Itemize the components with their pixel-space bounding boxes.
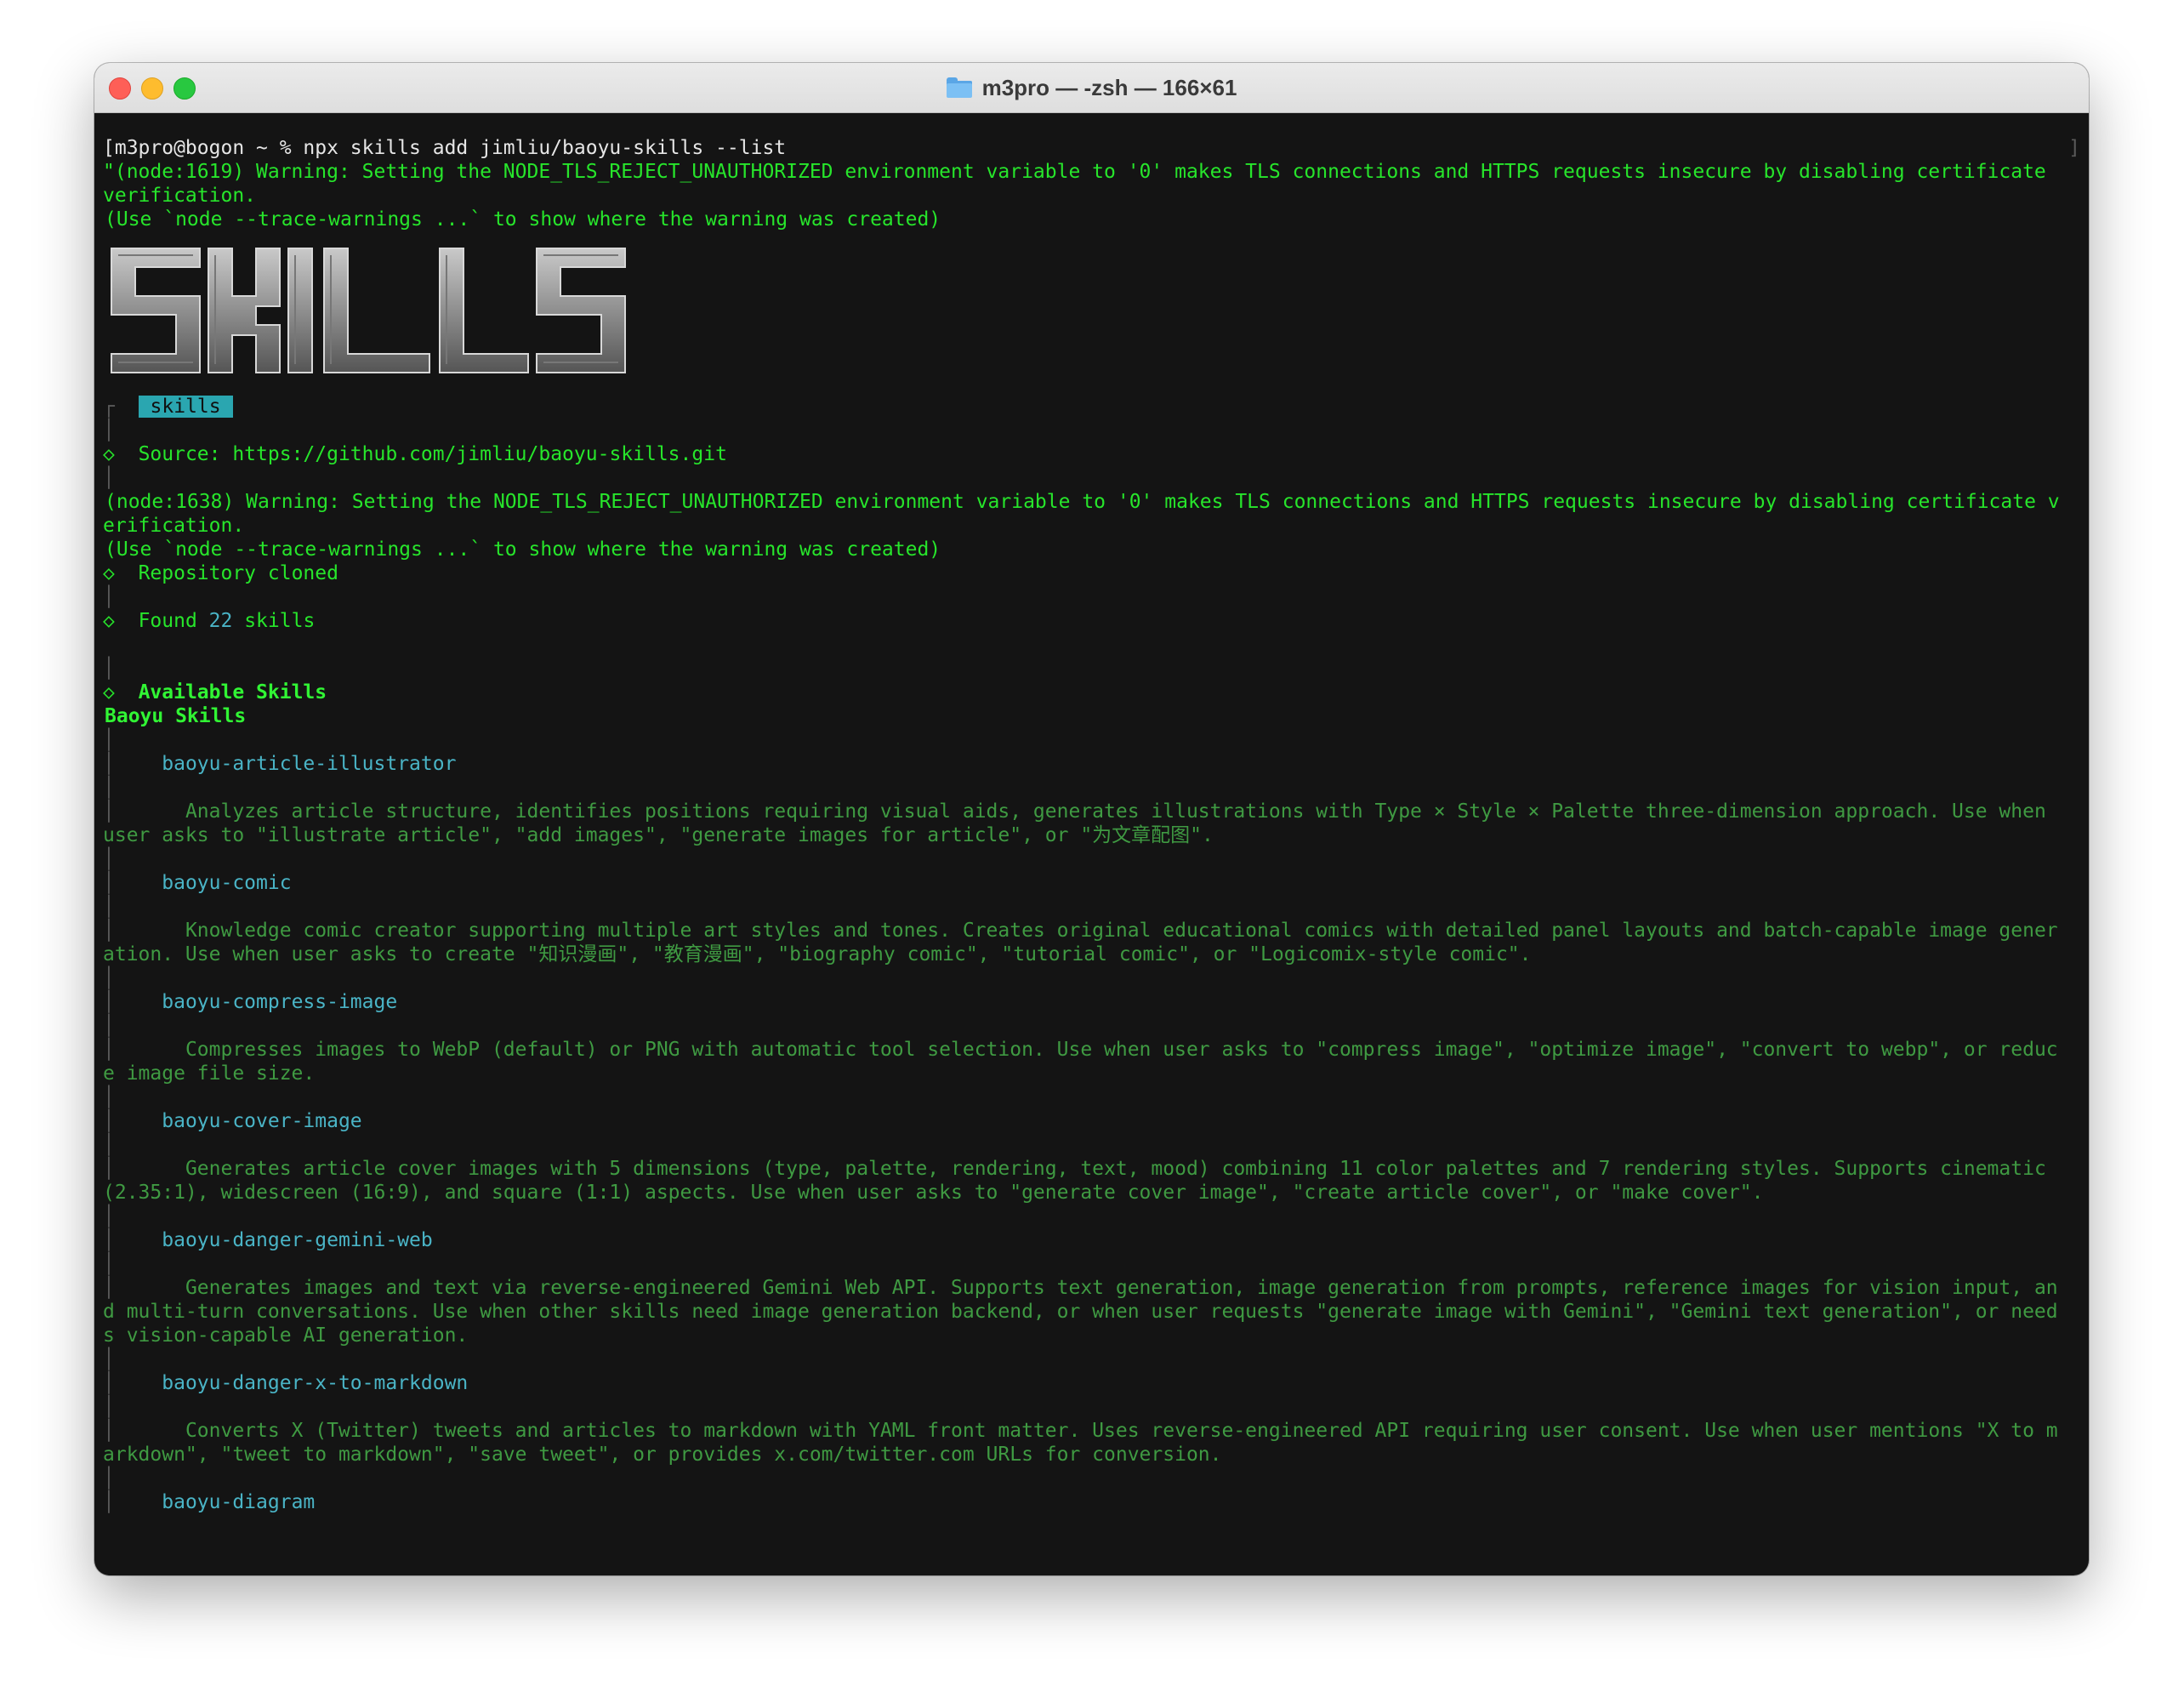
skill-description: Compresses images to WebP (default) or P… — [185, 1039, 2058, 1061]
skill-name: baoyu-cover-image — [162, 1110, 362, 1132]
command-text: [m3pro@bogon ~ % npx skills add jimliu/b… — [103, 137, 787, 159]
tree-bar: │ — [103, 991, 162, 1013]
tree-connector: │ — [103, 419, 115, 441]
skill-description-line: s vision-capable AI generation. — [103, 1324, 469, 1347]
tree-bar: │ — [103, 920, 185, 942]
found-count: 22 — [208, 610, 233, 632]
tree-connector: │ — [103, 777, 115, 799]
window-title: m3pro — -zsh — 166×61 — [981, 74, 1237, 100]
source-text: Source: https://github.com/jimliu/baoyu-… — [138, 443, 727, 465]
skill-description-line: │ Generates article cover images with 5 … — [103, 1157, 2080, 1181]
warning-line: verification. — [103, 185, 257, 207]
skill-description-line: │ Converts X (Twitter) tweets and articl… — [103, 1419, 2080, 1443]
skill-name-line: │ baoyu-danger-x-to-markdown — [103, 1371, 2080, 1395]
skill-description-line: user asks to "illustrate article", "add … — [103, 824, 1214, 846]
skills-badge: skills — [138, 396, 233, 418]
found-line: ◇ Found 22 skills — [103, 609, 2080, 633]
tree-connector: │ — [103, 1253, 115, 1275]
skill-name-line: │ baoyu-cover-image — [103, 1109, 2080, 1133]
tree-bar: │ — [103, 1229, 162, 1251]
tree-connector: │ — [103, 1086, 115, 1108]
tree-bar: │ — [103, 1491, 162, 1513]
tree-connector: │ — [103, 658, 115, 680]
tree-bar: │ — [103, 1158, 185, 1180]
skill-description-line: │ Compresses images to WebP (default) or… — [103, 1038, 2080, 1062]
tree-corner: ┌ skills — [103, 395, 2080, 419]
tree-connector: │ — [103, 1015, 115, 1037]
warning-line: erification. — [103, 515, 245, 537]
tree-connector: │ — [103, 896, 115, 918]
tree-connector: │ — [103, 1205, 115, 1227]
skill-description-line: (2.35:1), widescreen (16:9), and square … — [103, 1182, 1764, 1204]
skills-ascii-logo — [103, 243, 2080, 386]
prompt-line: [m3pro@bogon ~ % npx skills add jimliu/b… — [103, 136, 2080, 160]
tree-bar: │ — [103, 1372, 162, 1394]
tree-bar: │ — [103, 1110, 162, 1132]
warning-line: (Use `node --trace-warnings ...` to show… — [105, 208, 941, 231]
skill-description: Knowledge comic creator supporting multi… — [185, 920, 2058, 942]
skills-logo-art — [111, 248, 626, 373]
terminal-window: m3pro — -zsh — 166×61 [m3pro@bogon ~ % n… — [94, 63, 2089, 1575]
diamond-icon: ◇ — [103, 443, 115, 465]
diamond-icon: ◇ — [103, 562, 115, 584]
skill-description: Generates images and text via reverse-en… — [185, 1277, 2058, 1299]
skill-description-line: │ Knowledge comic creator supporting mul… — [103, 919, 2080, 943]
tree-bar: │ — [103, 1277, 185, 1299]
skill-name-line: │ baoyu-diagram — [103, 1490, 2080, 1514]
tree-connector: │ — [103, 848, 115, 870]
skill-description-line: │ Generates images and text via reverse-… — [103, 1276, 2080, 1300]
skill-description-line: │ Analyzes article structure, identifies… — [103, 800, 2080, 823]
window-title-area: m3pro — -zsh — 166×61 — [94, 63, 2089, 112]
tree-bar: │ — [103, 1420, 185, 1442]
warning-line: "(node:1619) Warning: Setting the NODE_T… — [103, 161, 2046, 183]
skill-name: baoyu-danger-gemini-web — [162, 1229, 433, 1251]
skill-name-line: │ baoyu-danger-gemini-web — [103, 1228, 2080, 1252]
skill-name: baoyu-comic — [162, 872, 292, 894]
diamond-icon: ◇ — [103, 681, 115, 703]
skill-description: Analyzes article structure, identifies p… — [185, 800, 2046, 823]
right-bracket: ] — [2068, 137, 2080, 159]
skill-name: baoyu-compress-image — [162, 991, 398, 1013]
available-heading: Available Skills — [138, 681, 327, 703]
tree-bar: │ — [103, 753, 162, 775]
skill-description-line: e image file size. — [103, 1062, 316, 1085]
tree-connector: │ — [103, 586, 115, 608]
skill-name: baoyu-diagram — [162, 1491, 316, 1513]
tree-connector: │ — [103, 967, 115, 989]
skill-description: Generates article cover images with 5 di… — [185, 1158, 2046, 1180]
skill-name-line: │ baoyu-article-illustrator — [103, 752, 2080, 776]
tree-bar: │ — [103, 800, 185, 823]
source-line: ◇ Source: https://github.com/jimliu/baoy… — [103, 442, 2080, 466]
folder-icon — [946, 77, 972, 98]
cloned-text: Repository cloned — [138, 562, 338, 584]
skill-name: baoyu-article-illustrator — [162, 753, 457, 775]
skill-description-line: arkdown", "tweet to markdown", "save twe… — [103, 1444, 1222, 1466]
tree-connector: │ — [103, 1396, 115, 1418]
available-line: ◇ Available Skills — [103, 681, 2080, 704]
skill-name: baoyu-danger-x-to-markdown — [162, 1372, 469, 1394]
skill-description-line: ation. Use when user asks to create "知识漫… — [103, 943, 1532, 965]
warning-line: (node:1638) Warning: Setting the NODE_TL… — [105, 491, 2060, 513]
found-suffix: skills — [232, 610, 316, 632]
warning-line: (Use `node --trace-warnings ...` to show… — [105, 538, 941, 561]
cloned-line: ◇ Repository cloned — [103, 561, 2080, 585]
skill-description-line: d multi-turn conversations. Use when oth… — [103, 1301, 2058, 1323]
skill-list: │ │ baoyu-article-illustrator │ │ Analyzes … — [103, 728, 2080, 1514]
title-bar: m3pro — -zsh — 166×61 — [94, 63, 2089, 113]
found-prefix: Found — [138, 610, 209, 632]
tree-connector: │ — [103, 1348, 115, 1370]
tree-bar: │ — [103, 1039, 185, 1061]
tree-connector: │ — [103, 467, 115, 489]
tree-connector: │ — [103, 1134, 115, 1156]
terminal-output[interactable]: [m3pro@bogon ~ % npx skills add jimliu/b… — [103, 136, 2080, 1567]
tree-connector: │ — [103, 1467, 115, 1489]
skill-name-line: │ baoyu-comic — [103, 871, 2080, 895]
group-heading: Baoyu Skills — [105, 705, 247, 727]
skill-name-line: │ baoyu-compress-image — [103, 990, 2080, 1014]
tree-connector: │ — [103, 729, 115, 751]
skill-description: Converts X (Twitter) tweets and articles… — [185, 1420, 2058, 1442]
tree-bar: │ — [103, 872, 162, 894]
diamond-icon: ◇ — [103, 610, 115, 632]
